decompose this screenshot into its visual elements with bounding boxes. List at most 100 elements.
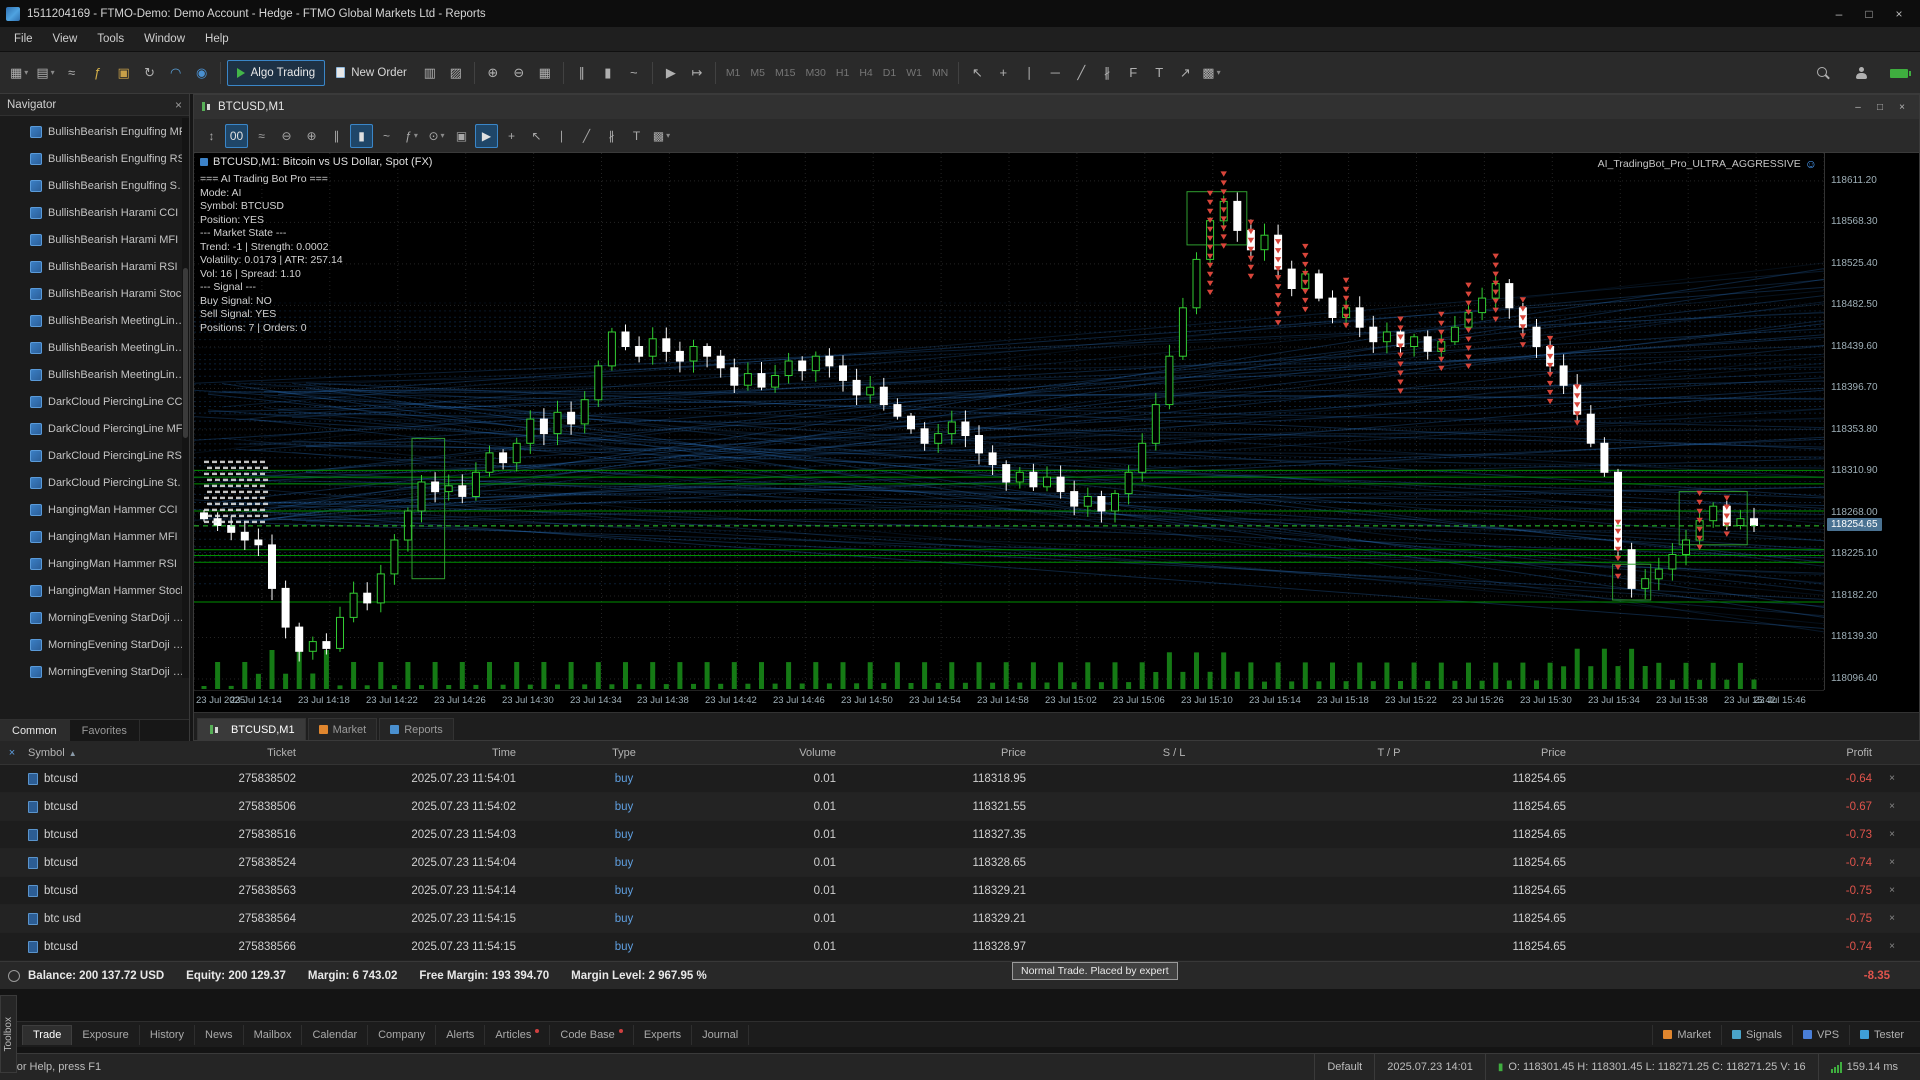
zoom-out-button[interactable]: ⊖ — [275, 124, 298, 148]
toolbox-tab-alerts[interactable]: Alerts — [436, 1025, 485, 1045]
timeframe-w1-button[interactable]: W1 — [901, 67, 927, 79]
service-tab-vps[interactable]: VPS — [1792, 1025, 1849, 1045]
navigator-item[interactable]: MorningEvening StarDoji CCI — [0, 604, 189, 631]
timeframe-h4-button[interactable]: H4 — [854, 67, 877, 79]
connection-status-button[interactable] — [1887, 60, 1911, 86]
navigator-close-button[interactable]: × — [175, 98, 182, 112]
timeframe-h1-button[interactable]: H1 — [831, 67, 854, 79]
text-button[interactable]: T — [625, 124, 648, 148]
column-header-volume[interactable]: Volume — [724, 747, 844, 759]
column-header-price[interactable]: Price — [844, 747, 1034, 759]
column-header-ticket[interactable]: Ticket — [154, 747, 304, 759]
close-position-button[interactable]: × — [1880, 913, 1904, 924]
toolbox-tab-exposure[interactable]: Exposure — [72, 1025, 139, 1045]
timeframe-mn-button[interactable]: MN — [927, 67, 953, 79]
trade-row[interactable]: btcusd2758385162025.07.23 11:54:03buy0.0… — [0, 821, 1920, 849]
cloud-button[interactable]: ◠ — [164, 60, 188, 86]
close-button[interactable]: × — [1884, 4, 1914, 24]
bars-mode-button[interactable]: ∥ — [570, 60, 594, 86]
candles-mode-button[interactable]: ▮ — [350, 124, 373, 148]
chart-minimize-button[interactable]: – — [1847, 99, 1869, 115]
navigator-item[interactable]: DarkCloud PiercingLine CCI — [0, 388, 189, 415]
navigator-item[interactable]: HangingMan Hammer Stoch — [0, 577, 189, 604]
spike-button[interactable]: ≈ — [250, 124, 273, 148]
navigator-item[interactable]: DarkCloud PiercingLine MFI — [0, 415, 189, 442]
ea-smiley-icon[interactable]: ☺ — [1805, 157, 1817, 171]
toolbox-vertical-tab[interactable]: Toolbox — [0, 995, 17, 1073]
zoom-out-button[interactable]: ⊖ — [507, 60, 531, 86]
toolbox-tab-code-base[interactable]: Code Base — [550, 1025, 633, 1045]
service-tab-signals[interactable]: Signals — [1721, 1025, 1792, 1045]
community-button[interactable]: ◉ — [190, 60, 214, 86]
arrows-button[interactable]: ↗ — [1173, 60, 1197, 86]
navigator-item[interactable]: BullishBearish Engulfing Stoch — [0, 172, 189, 199]
toolbox-close-button[interactable]: × — [4, 747, 20, 759]
chart-window-titlebar[interactable]: BTCUSD,M1 – □ × — [194, 95, 1919, 119]
candlestick-chart[interactable] — [194, 153, 1824, 690]
service-tab-tester[interactable]: Tester — [1849, 1025, 1914, 1045]
autoscroll-button[interactable]: ▶ — [659, 60, 683, 86]
vertical-line-button[interactable]: ∣ — [550, 124, 573, 148]
navigator-item[interactable]: DarkCloud PiercingLine Stoch — [0, 469, 189, 496]
search-button[interactable] — [1811, 60, 1835, 86]
channel-button[interactable]: ∦ — [600, 124, 623, 148]
data-window-button[interactable]: ▨ — [444, 60, 468, 86]
market-depth-button[interactable]: ▥ — [418, 60, 442, 86]
price-axis[interactable]: 118611.20118568.30118525.40118482.501184… — [1824, 153, 1919, 690]
navigator-item[interactable]: MorningEvening StarDoji RSI — [0, 658, 189, 685]
close-position-button[interactable]: × — [1880, 801, 1904, 812]
chart-maximize-button[interactable]: □ — [1869, 99, 1891, 115]
toolbox-tab-calendar[interactable]: Calendar — [302, 1025, 368, 1045]
toolbox-tab-company[interactable]: Company — [368, 1025, 436, 1045]
chart-close-button[interactable]: × — [1891, 99, 1913, 115]
menu-view[interactable]: View — [43, 27, 88, 51]
toolbox-tab-mailbox[interactable]: Mailbox — [244, 1025, 303, 1045]
toolbox-tab-experts[interactable]: Experts — [634, 1025, 692, 1045]
trade-row[interactable]: btcusd2758385632025.07.23 11:54:14buy0.0… — [0, 877, 1920, 905]
navigator-scrollbar[interactable] — [182, 118, 189, 678]
close-position-button[interactable]: × — [1880, 941, 1904, 952]
toolbox-tab-trade[interactable]: Trade — [22, 1025, 72, 1045]
navigator-item[interactable]: BullishBearish Harami Stoch — [0, 280, 189, 307]
indicators-button[interactable]: ƒ▾ — [400, 124, 423, 148]
maximize-button[interactable]: □ — [1854, 4, 1884, 24]
cursor-button[interactable]: ↖ — [525, 124, 548, 148]
zoom-in-button[interactable]: ⊕ — [300, 124, 323, 148]
navigator-item[interactable]: BullishBearish Engulfing MFI — [0, 118, 189, 145]
navigator-item[interactable]: BullishBearish Harami CCI — [0, 199, 189, 226]
toolbox-tab-journal[interactable]: Journal — [692, 1025, 749, 1045]
periods-button[interactable]: ⊙▾ — [425, 124, 448, 148]
cursor-button[interactable]: ↖ — [965, 60, 989, 86]
menu-window[interactable]: Window — [134, 27, 195, 51]
minimize-button[interactable]: – — [1824, 4, 1854, 24]
column-header-time[interactable]: Time — [304, 747, 524, 759]
trendline-button[interactable]: ╱ — [575, 124, 598, 148]
zoom-in-button[interactable]: ⊕ — [481, 60, 505, 86]
navigator-item[interactable]: BullishBearish MeetingLines MFI — [0, 334, 189, 361]
line-mode-button[interactable]: ~ — [375, 124, 398, 148]
algo-trading-button[interactable]: Algo Trading — [227, 60, 326, 86]
timeframe-d1-button[interactable]: D1 — [878, 67, 901, 79]
profile-segment[interactable]: Default — [1314, 1054, 1374, 1080]
trendline-button[interactable]: ╱ — [1069, 60, 1093, 86]
bars-mode-button[interactable]: ∥ — [325, 124, 348, 148]
refresh-button[interactable]: ↻ — [138, 60, 162, 86]
navigator-item[interactable]: BullishBearish Harami RSI — [0, 253, 189, 280]
new-chart-button[interactable]: ▦▾ — [7, 60, 31, 86]
screenshot-button[interactable]: ▣ — [450, 124, 473, 148]
timeframe-m15-button[interactable]: M15 — [770, 67, 800, 79]
profile-button[interactable] — [1849, 60, 1873, 86]
vertical-line-button[interactable]: ∣ — [1017, 60, 1041, 86]
navigator-item[interactable]: BullishBearish Engulfing RSI — [0, 145, 189, 172]
chart-shift-button[interactable]: ↦ — [685, 60, 709, 86]
objects-button[interactable]: ▩▾ — [650, 124, 673, 148]
close-position-button[interactable]: × — [1880, 857, 1904, 868]
crosshair-button[interactable]: + — [991, 60, 1015, 86]
trade-row[interactable]: btcusd2758385242025.07.23 11:54:04buy0.0… — [0, 849, 1920, 877]
navigator-item[interactable]: BullishBearish MeetingLines RSI — [0, 361, 189, 388]
tick-chart-button[interactable]: ≈ — [60, 60, 84, 86]
trade-row[interactable]: btcusd2758385662025.07.23 11:54:15buy0.0… — [0, 933, 1920, 961]
trade-row[interactable]: btc usd2758385642025.07.23 11:54:15buy0.… — [0, 905, 1920, 933]
chart-tab-market[interactable]: Market — [308, 718, 378, 740]
fibonacci-button[interactable]: F — [1121, 60, 1145, 86]
